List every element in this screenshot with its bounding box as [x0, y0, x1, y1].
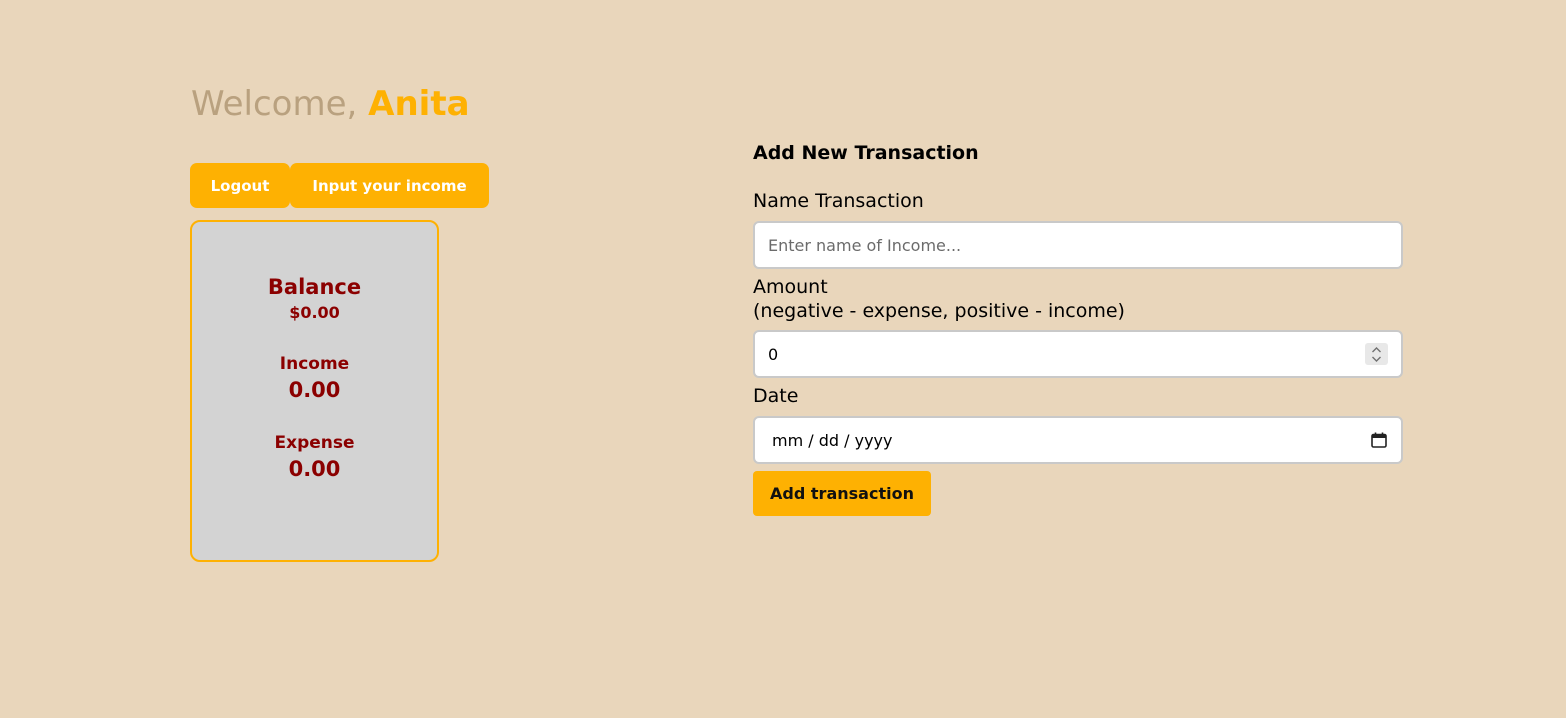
expense-value: 0.00: [288, 457, 341, 481]
name-transaction-label: Name Transaction: [753, 190, 924, 212]
name-transaction-input[interactable]: [768, 235, 1388, 255]
user-name: Anita: [368, 84, 470, 124]
name-transaction-field[interactable]: [753, 221, 1403, 269]
input-income-button[interactable]: Input your income: [290, 163, 489, 208]
welcome-heading: Welcome, Anita: [191, 82, 470, 126]
spin-stepper-icon[interactable]: [1365, 343, 1388, 365]
logout-button[interactable]: Logout: [190, 163, 290, 208]
amount-field[interactable]: [753, 330, 1403, 378]
amount-input[interactable]: [768, 344, 1365, 364]
balance-value: $0.00: [289, 303, 340, 322]
income-label: Income: [279, 354, 350, 374]
amount-label: Amount: [753, 276, 828, 298]
date-input[interactable]: mm / dd / yyyy: [768, 431, 1370, 450]
add-transaction-button[interactable]: Add transaction: [753, 471, 931, 516]
expense-label: Expense: [274, 433, 355, 453]
income-value: 0.00: [288, 378, 341, 402]
calendar-icon[interactable]: [1370, 431, 1388, 449]
balance-summary-card: Balance $0.00 Income 0.00 Expense 0.00: [190, 220, 439, 562]
balance-label: Balance: [267, 275, 362, 299]
date-label: Date: [753, 385, 799, 407]
welcome-prefix: Welcome,: [191, 84, 369, 124]
amount-hint: (negative - expense, positive - income): [753, 300, 1125, 322]
date-field[interactable]: mm / dd / yyyy: [753, 416, 1403, 464]
form-title: Add New Transaction: [753, 142, 979, 164]
